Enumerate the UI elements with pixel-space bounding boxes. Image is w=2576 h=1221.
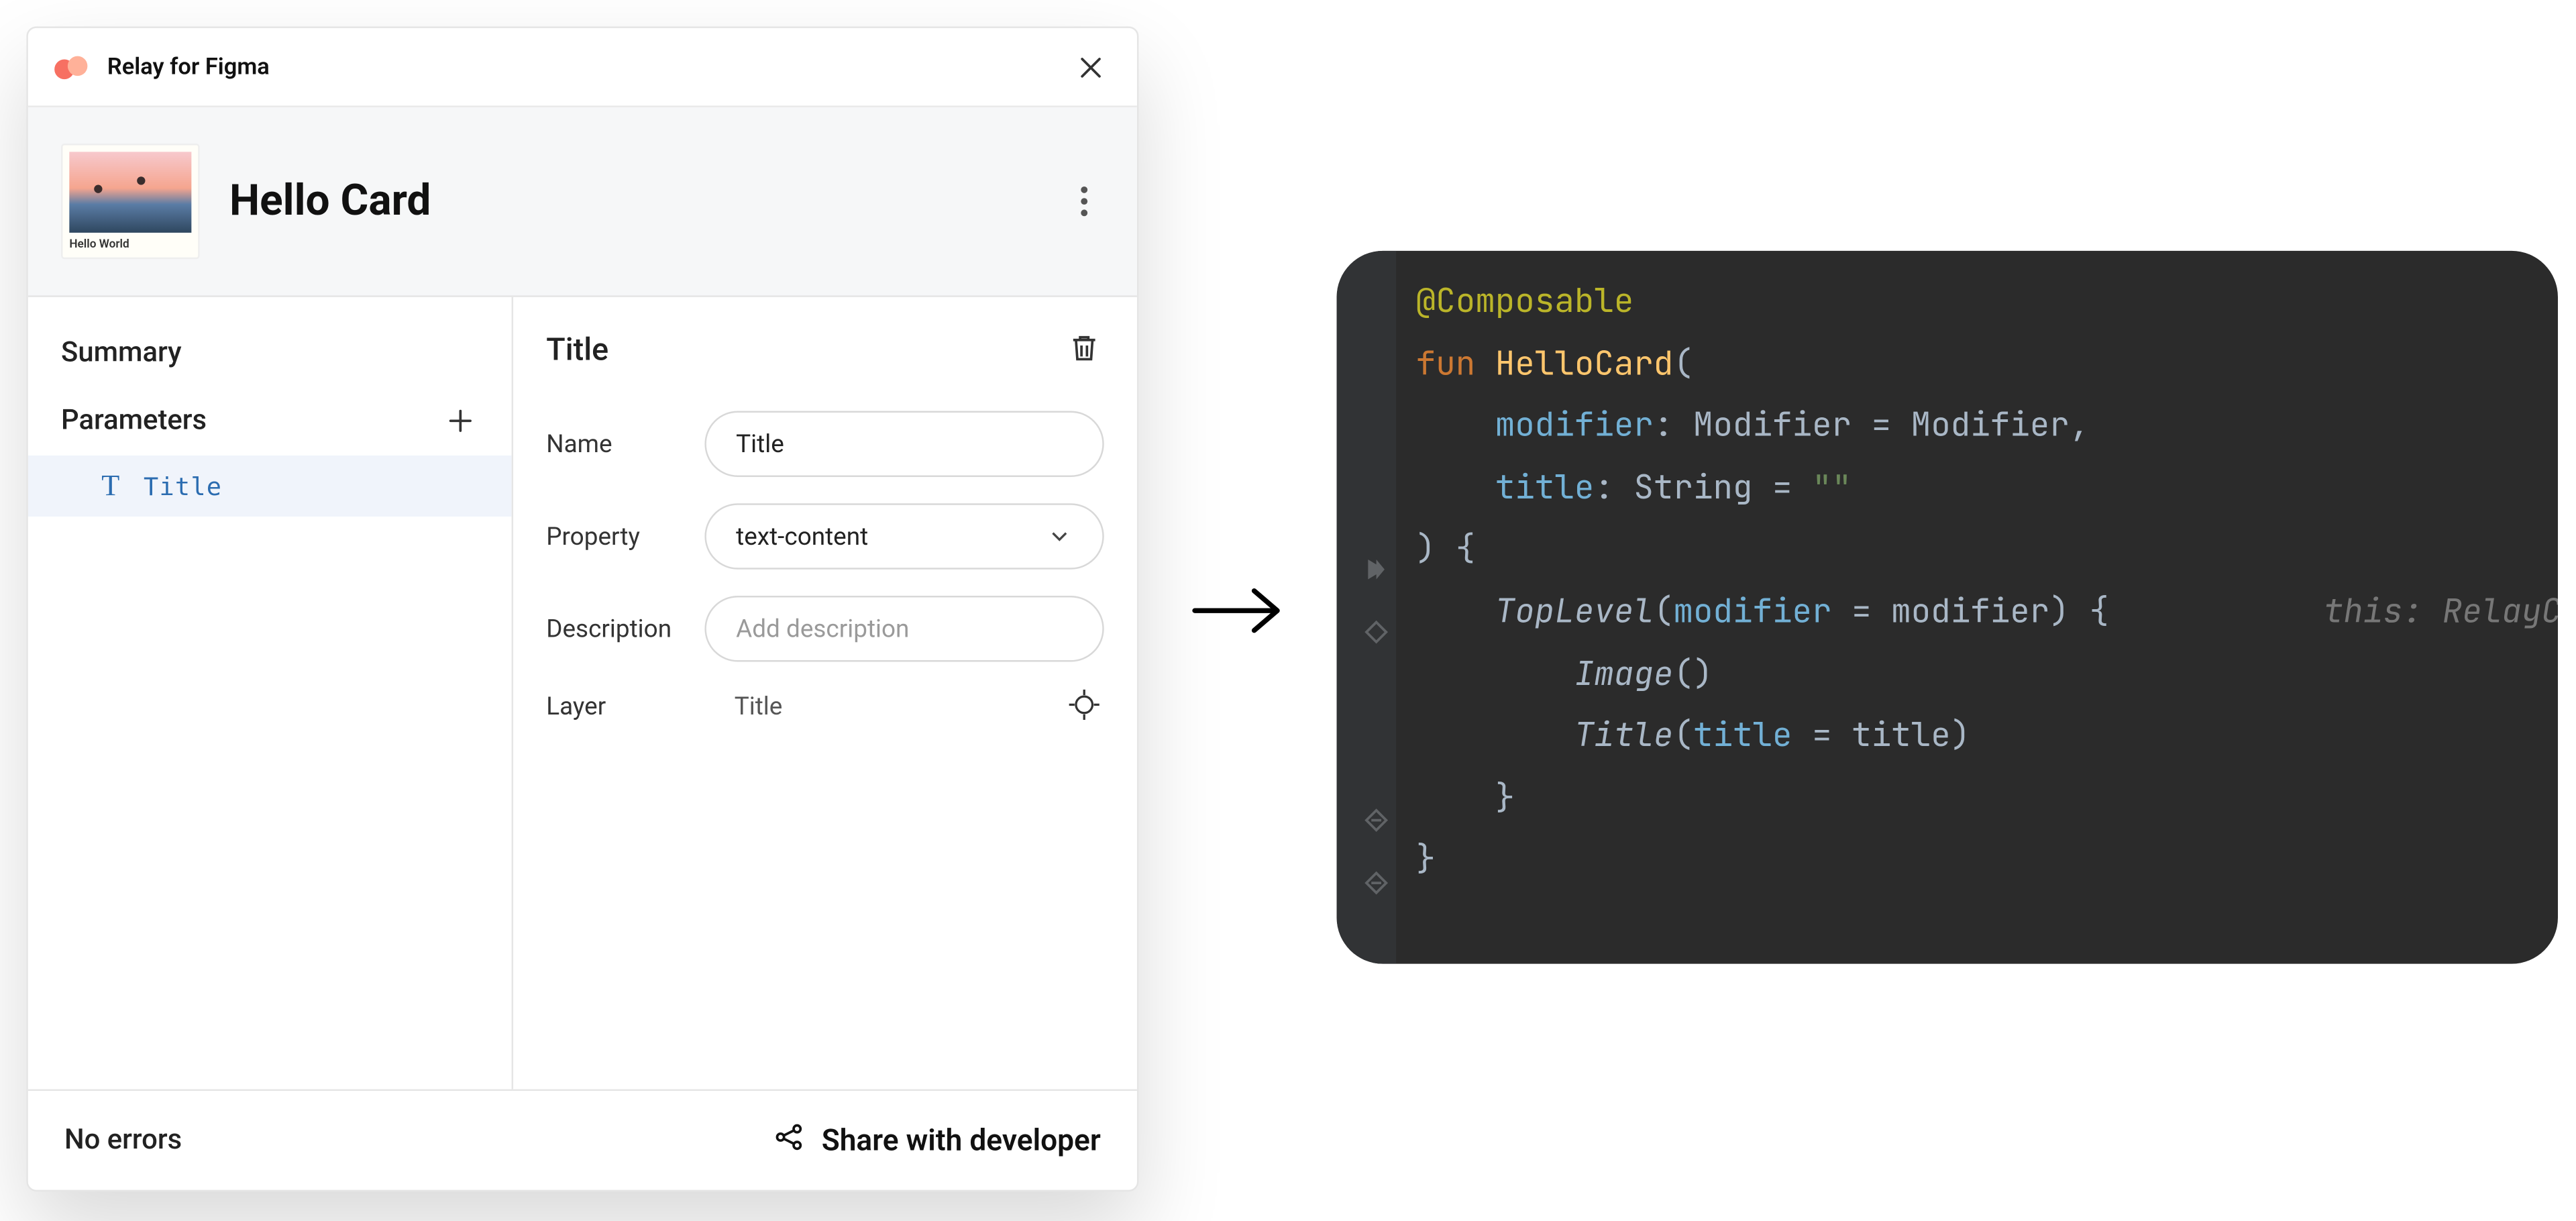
sidebar: Summary Parameters T Title bbox=[28, 297, 513, 1090]
add-parameter-button[interactable] bbox=[442, 403, 478, 439]
arrow-icon bbox=[1188, 578, 1287, 643]
detail-title: Title bbox=[546, 330, 608, 368]
plugin-title: Relay for Figma bbox=[107, 54, 270, 80]
panel-footer: No errors Share with developer bbox=[28, 1090, 1137, 1190]
layer-value: Title bbox=[704, 692, 1067, 721]
code-content: @Composable fun HelloCard( modifier: Mod… bbox=[1337, 270, 2558, 891]
property-select[interactable]: text-content bbox=[704, 503, 1104, 569]
plugin-panel: Relay for Figma Hello World Hello Card S… bbox=[26, 26, 1138, 1191]
parameter-name: Title bbox=[144, 471, 222, 500]
description-label: Description bbox=[546, 614, 704, 643]
locate-layer-button[interactable] bbox=[1068, 688, 1104, 725]
generated-code-preview: @Composable fun HelloCard( modifier: Mod… bbox=[1337, 251, 2558, 964]
name-input[interactable]: Title bbox=[704, 411, 1104, 477]
layer-label: Layer bbox=[546, 692, 704, 721]
description-input[interactable]: Add description bbox=[704, 596, 1104, 661]
error-status: No errors bbox=[64, 1124, 182, 1157]
parameter-item-title[interactable]: T Title bbox=[28, 456, 512, 517]
component-thumbnail: Hello World bbox=[61, 144, 200, 259]
share-with-developer-button[interactable]: Share with developer bbox=[772, 1120, 1101, 1160]
component-name: Hello Card bbox=[229, 176, 431, 226]
chevron-down-icon bbox=[1046, 523, 1073, 549]
close-button[interactable] bbox=[1071, 47, 1111, 87]
parameters-label: Parameters bbox=[61, 405, 207, 437]
delete-parameter-button[interactable] bbox=[1068, 331, 1104, 367]
more-menu-button[interactable] bbox=[1065, 182, 1104, 221]
share-icon bbox=[772, 1120, 805, 1160]
inlay-hint: this: RelayCo bbox=[2324, 581, 2558, 643]
text-type-icon: T bbox=[94, 469, 127, 504]
name-label: Name bbox=[546, 429, 704, 459]
property-label: Property bbox=[546, 521, 704, 551]
relay-logo-icon bbox=[54, 55, 91, 78]
component-header: Hello World Hello Card bbox=[28, 107, 1137, 297]
thumbnail-caption: Hello World bbox=[69, 233, 191, 251]
detail-pane: Title Name Title Property bbox=[513, 297, 1137, 1090]
plugin-titlebar: Relay for Figma bbox=[28, 28, 1137, 107]
parameters-section-header: Parameters bbox=[28, 386, 512, 456]
summary-section[interactable]: Summary bbox=[28, 320, 512, 386]
